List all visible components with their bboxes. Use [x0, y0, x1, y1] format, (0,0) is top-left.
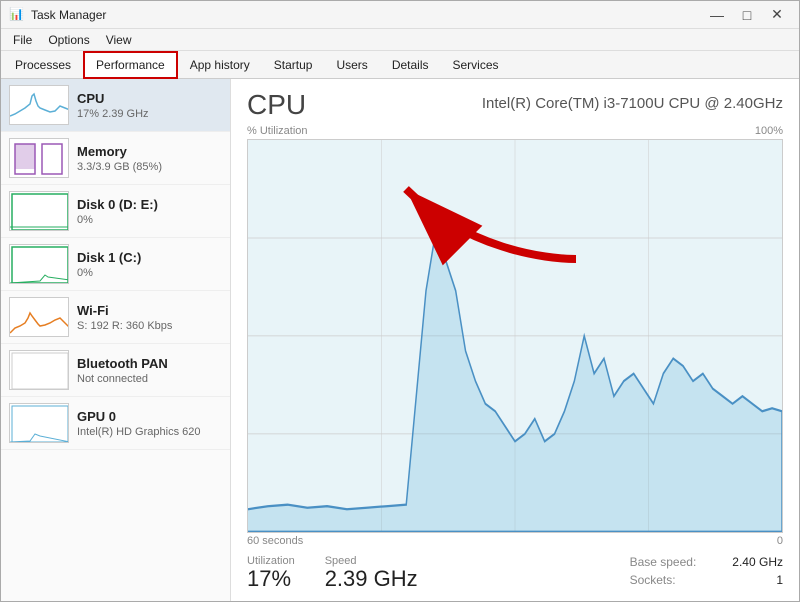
- content-area: CPU 17% 2.39 GHz Memory 3.3/3.9 GB (85%): [1, 79, 799, 601]
- disk1-detail: 0%: [77, 267, 141, 279]
- minimize-button[interactable]: —: [703, 5, 731, 25]
- utilization-label: Utilization: [247, 555, 295, 567]
- wifi-thumbnail: [9, 297, 69, 337]
- sockets-value: 1: [716, 573, 783, 587]
- y-axis-max: 100%: [755, 125, 783, 137]
- task-manager-window: 📊 Task Manager — □ ✕ File Options View P…: [0, 0, 800, 602]
- sidebar-item-cpu[interactable]: CPU 17% 2.39 GHz: [1, 79, 230, 132]
- y-axis-label: % Utilization: [247, 125, 308, 137]
- main-header: CPU Intel(R) Core(TM) i3-7100U CPU @ 2.4…: [247, 89, 783, 121]
- speed-stat: Speed 2.39 GHz: [325, 555, 418, 591]
- window-title: Task Manager: [31, 8, 106, 22]
- cpu-name: CPU: [77, 91, 149, 106]
- disk1-name: Disk 1 (C:): [77, 250, 141, 265]
- disk0-info: Disk 0 (D: E:) 0%: [77, 197, 158, 226]
- gpu0-detail: Intel(R) HD Graphics 620: [77, 426, 201, 438]
- memory-name: Memory: [77, 144, 162, 159]
- maximize-button[interactable]: □: [733, 5, 761, 25]
- menu-options[interactable]: Options: [40, 31, 97, 49]
- cpu-info: CPU 17% 2.39 GHz: [77, 91, 149, 120]
- memory-detail: 3.3/3.9 GB (85%): [77, 161, 162, 173]
- base-speed-label: Base speed:: [630, 555, 697, 569]
- gpu0-thumbnail: [9, 403, 69, 443]
- disk0-name: Disk 0 (D: E:): [77, 197, 158, 212]
- bluetooth-thumbnail: [9, 350, 69, 390]
- base-speed-value: 2.40 GHz: [716, 555, 783, 569]
- menu-bar: File Options View: [1, 29, 799, 51]
- memory-thumbnail: [9, 138, 69, 178]
- tab-bar: Processes Performance App history Startu…: [1, 51, 799, 79]
- stats-row: Utilization 17% Speed 2.39 GHz Base spee…: [247, 555, 783, 591]
- bluetooth-name: Bluetooth PAN: [77, 356, 168, 371]
- title-bar-left: 📊 Task Manager: [9, 7, 106, 23]
- time-start: 60 seconds: [247, 535, 303, 547]
- sidebar-item-disk1[interactable]: Disk 1 (C:) 0%: [1, 238, 230, 291]
- gpu0-name: GPU 0: [77, 409, 201, 424]
- bluetooth-info: Bluetooth PAN Not connected: [77, 356, 168, 385]
- chart-time-labels: 60 seconds 0: [247, 535, 783, 547]
- app-icon: 📊: [9, 7, 25, 23]
- main-panel: CPU Intel(R) Core(TM) i3-7100U CPU @ 2.4…: [231, 79, 799, 601]
- sidebar-item-wifi[interactable]: Wi-Fi S: 192 R: 360 Kbps: [1, 291, 230, 344]
- tab-startup[interactable]: Startup: [262, 51, 325, 79]
- gpu0-info: GPU 0 Intel(R) HD Graphics 620: [77, 409, 201, 438]
- tab-performance[interactable]: Performance: [83, 51, 178, 79]
- cpu-chart: [247, 139, 783, 533]
- title-bar: 📊 Task Manager — □ ✕: [1, 1, 799, 29]
- stats-right-grid: Base speed: 2.40 GHz Sockets: 1: [630, 555, 783, 587]
- wifi-name: Wi-Fi: [77, 303, 172, 318]
- menu-file[interactable]: File: [5, 31, 40, 49]
- cpu-model-name: Intel(R) Core(TM) i3-7100U CPU @ 2.40GHz: [482, 95, 783, 112]
- utilization-value: 17%: [247, 567, 295, 591]
- speed-value: 2.39 GHz: [325, 567, 418, 591]
- disk1-info: Disk 1 (C:) 0%: [77, 250, 141, 279]
- tab-details[interactable]: Details: [380, 51, 441, 79]
- disk0-detail: 0%: [77, 214, 158, 226]
- utilization-stat: Utilization 17%: [247, 555, 295, 591]
- speed-label: Speed: [325, 555, 418, 567]
- cpu-chart-svg: [248, 140, 782, 532]
- tab-services[interactable]: Services: [441, 51, 511, 79]
- title-bar-controls: — □ ✕: [703, 5, 791, 25]
- cpu-thumbnail: [9, 85, 69, 125]
- sidebar-item-memory[interactable]: Memory 3.3/3.9 GB (85%): [1, 132, 230, 185]
- stats-right: Base speed: 2.40 GHz Sockets: 1: [630, 555, 783, 591]
- sockets-label: Sockets:: [630, 573, 697, 587]
- disk0-thumbnail: [9, 191, 69, 231]
- tab-app-history[interactable]: App history: [178, 51, 262, 79]
- bluetooth-detail: Not connected: [77, 373, 168, 385]
- cpu-detail: 17% 2.39 GHz: [77, 108, 149, 120]
- time-end: 0: [777, 535, 783, 547]
- tab-users[interactable]: Users: [324, 51, 379, 79]
- menu-view[interactable]: View: [98, 31, 140, 49]
- wifi-info: Wi-Fi S: 192 R: 360 Kbps: [77, 303, 172, 332]
- sidebar-item-disk0[interactable]: Disk 0 (D: E:) 0%: [1, 185, 230, 238]
- close-button[interactable]: ✕: [763, 5, 791, 25]
- sidebar: CPU 17% 2.39 GHz Memory 3.3/3.9 GB (85%): [1, 79, 231, 601]
- wifi-detail: S: 192 R: 360 Kbps: [77, 320, 172, 332]
- disk1-thumbnail: [9, 244, 69, 284]
- memory-info: Memory 3.3/3.9 GB (85%): [77, 144, 162, 173]
- main-panel-title: CPU: [247, 89, 306, 121]
- chart-axis-labels: % Utilization 100%: [247, 125, 783, 137]
- sidebar-item-gpu0[interactable]: GPU 0 Intel(R) HD Graphics 620: [1, 397, 230, 450]
- sidebar-item-bluetooth[interactable]: Bluetooth PAN Not connected: [1, 344, 230, 397]
- tab-processes[interactable]: Processes: [3, 51, 83, 79]
